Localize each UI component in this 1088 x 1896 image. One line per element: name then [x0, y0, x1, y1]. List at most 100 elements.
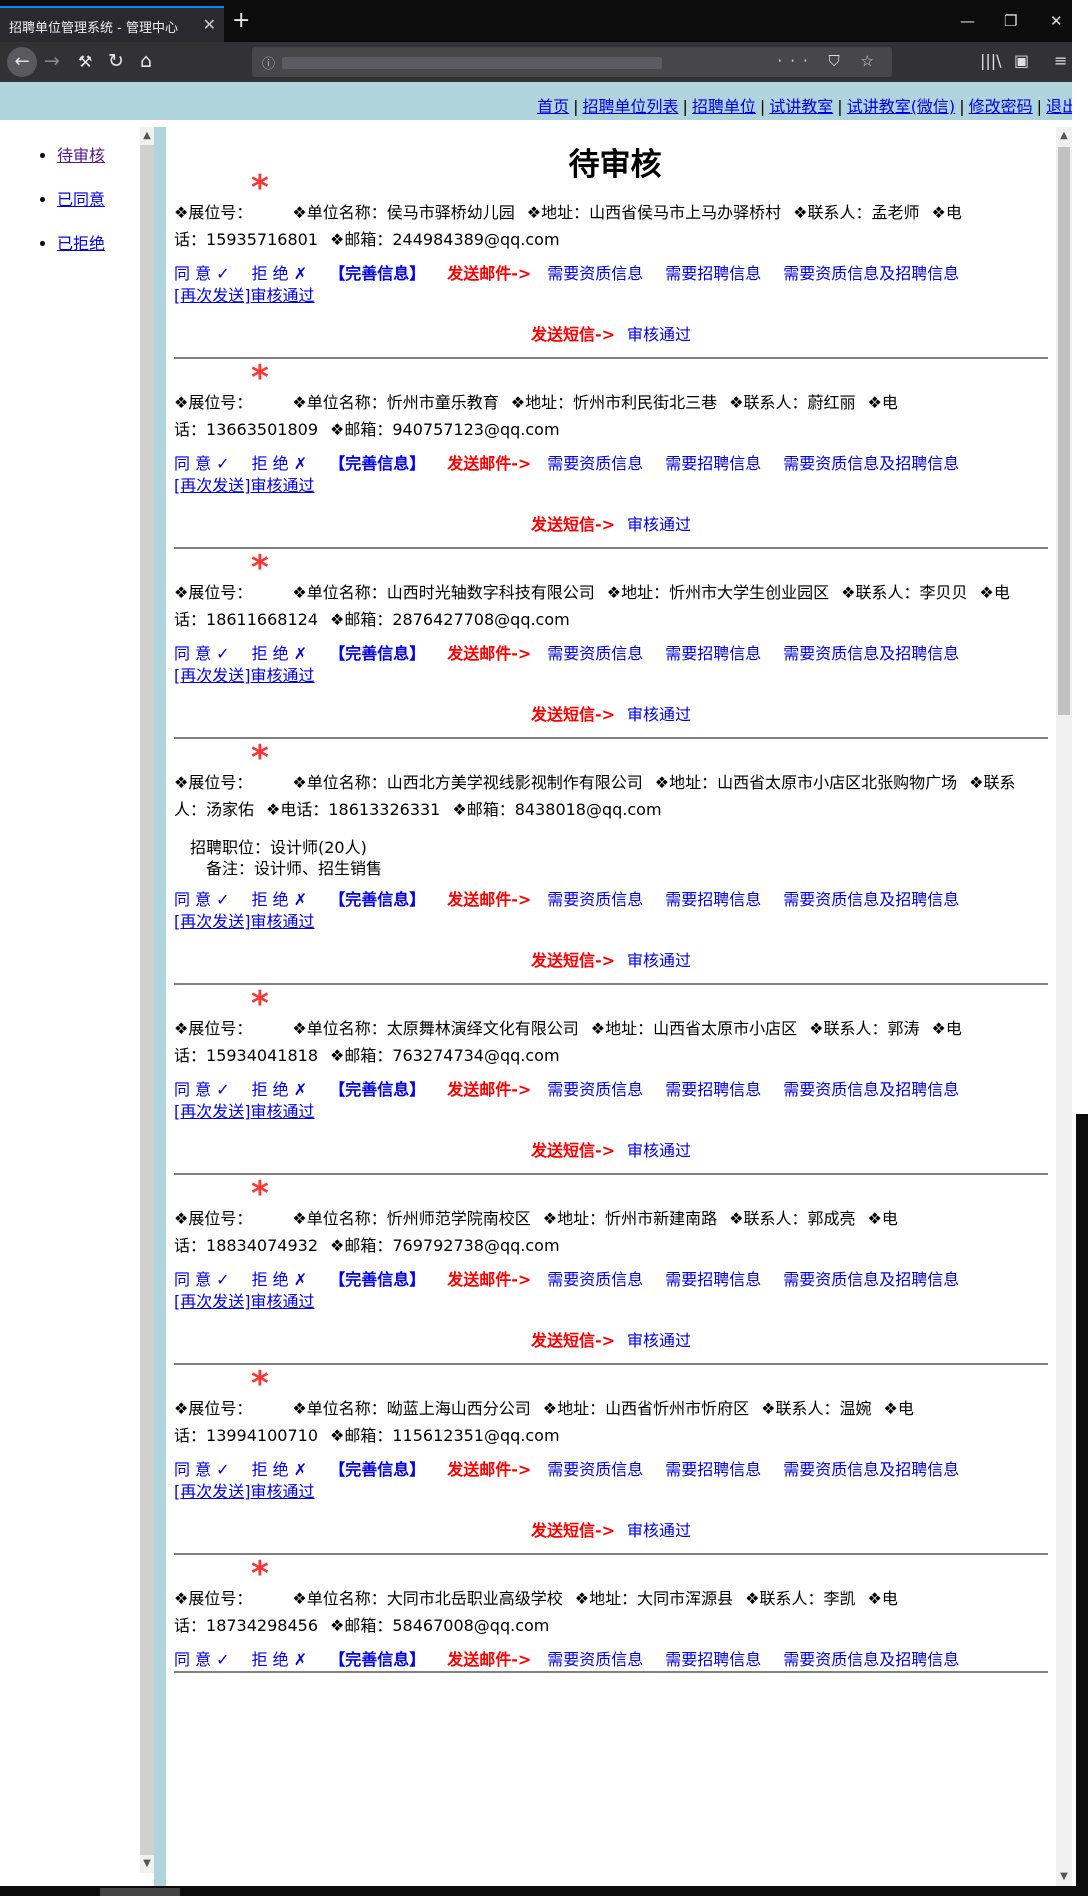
- need-recruit-link[interactable]: 需要招聘信息: [665, 1459, 761, 1481]
- complete-info-button[interactable]: 【完善信息】: [329, 643, 425, 665]
- reject-button[interactable]: 拒 绝 ✗: [252, 1079, 308, 1101]
- resend-approved-link[interactable]: [再次发送]审核通过: [174, 1101, 1048, 1123]
- need-recruit-link[interactable]: 需要招聘信息: [665, 263, 761, 285]
- agree-button[interactable]: 同 意 ✓: [174, 889, 230, 911]
- reject-button[interactable]: 拒 绝 ✗: [252, 1269, 308, 1291]
- complete-info-button[interactable]: 【完善信息】: [329, 1079, 425, 1101]
- resend-approved-link[interactable]: [再次发送]审核通过: [174, 1291, 1048, 1313]
- resend-approved-link[interactable]: [再次发送]审核通过: [174, 1481, 1048, 1503]
- resend-approved-link[interactable]: [再次发送]审核通过: [174, 475, 1048, 497]
- need-recruit-link[interactable]: 需要招聘信息: [665, 453, 761, 475]
- sidebar-link-approved[interactable]: 已同意: [57, 190, 105, 209]
- need-recruit-link[interactable]: 需要招聘信息: [665, 1269, 761, 1291]
- sms-approved-link[interactable]: 审核通过: [627, 1141, 691, 1160]
- need-qual-link[interactable]: 需要资质信息: [547, 263, 643, 285]
- complete-info-button[interactable]: 【完善信息】: [329, 453, 425, 475]
- complete-info-button[interactable]: 【完善信息】: [329, 263, 425, 285]
- tab-close-icon[interactable]: ✕: [203, 15, 216, 34]
- main-scrollbar[interactable]: ▲ ▼: [1056, 127, 1072, 1886]
- reject-button[interactable]: 拒 绝 ✗: [252, 1459, 308, 1481]
- reject-button[interactable]: 拒 绝 ✗: [252, 889, 308, 911]
- recruit-position: 招聘职位：设计师(20人): [190, 838, 367, 857]
- agree-button[interactable]: 同 意 ✓: [174, 1459, 230, 1481]
- complete-info-button[interactable]: 【完善信息】: [329, 1649, 425, 1671]
- sms-approved-link[interactable]: 审核通过: [627, 515, 691, 534]
- minimize-icon[interactable]: —: [960, 12, 975, 30]
- need-both-link[interactable]: 需要资质信息及招聘信息: [783, 1269, 959, 1291]
- agree-button[interactable]: 同 意 ✓: [174, 643, 230, 665]
- sidebar-toggle-icon[interactable]: ▣: [1014, 51, 1029, 70]
- scroll-up-icon[interactable]: ▲: [140, 127, 154, 145]
- need-both-link[interactable]: 需要资质信息及招聘信息: [783, 1459, 959, 1481]
- wrench-icon[interactable]: ⚒: [78, 52, 92, 71]
- back-arrow-icon[interactable]: ←: [7, 47, 37, 77]
- need-qual-link[interactable]: 需要资质信息: [547, 889, 643, 911]
- sidebar-scrollbar[interactable]: ▲ ▼: [140, 127, 154, 1873]
- reload-icon[interactable]: ↻: [108, 50, 124, 72]
- reject-button[interactable]: 拒 绝 ✗: [252, 453, 308, 475]
- resend-approved-link[interactable]: [再次发送]审核通过: [174, 285, 1048, 307]
- nav-company-list-link[interactable]: 招聘单位列表: [582, 97, 678, 116]
- sms-approved-link[interactable]: 审核通过: [627, 325, 691, 344]
- agree-button[interactable]: 同 意 ✓: [174, 1649, 230, 1671]
- phone: 18734298456: [206, 1616, 318, 1635]
- need-both-link[interactable]: 需要资质信息及招聘信息: [783, 263, 959, 285]
- scroll-down-icon[interactable]: ▼: [140, 1855, 154, 1873]
- sms-approved-link[interactable]: 审核通过: [627, 1521, 691, 1540]
- reject-button[interactable]: 拒 绝 ✗: [252, 1649, 308, 1671]
- menu-icon[interactable]: ≡: [1054, 51, 1067, 70]
- sidebar-link-pending[interactable]: 待审核: [57, 146, 105, 165]
- nav-company-link[interactable]: 招聘单位: [692, 97, 756, 116]
- resend-approved-link[interactable]: [再次发送]审核通过: [174, 665, 1048, 687]
- complete-info-button[interactable]: 【完善信息】: [329, 889, 425, 911]
- browser-tab[interactable]: 招聘单位管理系统 - 管理中心 ✕: [0, 6, 224, 42]
- complete-info-button[interactable]: 【完善信息】: [329, 1459, 425, 1481]
- agree-button[interactable]: 同 意 ✓: [174, 1269, 230, 1291]
- nav-home-link[interactable]: 首页: [537, 97, 569, 116]
- forward-arrow-icon[interactable]: →: [44, 50, 60, 72]
- need-qual-link[interactable]: 需要资质信息: [547, 643, 643, 665]
- scroll-up-icon[interactable]: ▲: [1056, 127, 1072, 145]
- send-sms-label: 发送短信->: [530, 705, 616, 724]
- sms-approved-link[interactable]: 审核通过: [627, 1331, 691, 1350]
- url-bar[interactable]: ⓘ ··· ⛉ ☆: [252, 47, 892, 77]
- sms-approved-link[interactable]: 审核通过: [627, 705, 691, 724]
- need-both-link[interactable]: 需要资质信息及招聘信息: [783, 889, 959, 911]
- agree-button[interactable]: 同 意 ✓: [174, 263, 230, 285]
- need-recruit-link[interactable]: 需要招聘信息: [665, 1649, 761, 1671]
- info-icon[interactable]: ⓘ: [262, 53, 275, 72]
- need-both-link[interactable]: 需要资质信息及招聘信息: [783, 453, 959, 475]
- nav-change-password-link[interactable]: 修改密码: [969, 97, 1033, 116]
- scrollbar-thumb[interactable]: [1058, 147, 1070, 715]
- need-qual-link[interactable]: 需要资质信息: [547, 1269, 643, 1291]
- nav-classroom-link[interactable]: 试讲教室: [769, 97, 833, 116]
- need-qual-link[interactable]: 需要资质信息: [547, 1079, 643, 1101]
- library-icon[interactable]: |||\: [980, 51, 1002, 70]
- need-qual-link[interactable]: 需要资质信息: [547, 453, 643, 475]
- need-recruit-link[interactable]: 需要招聘信息: [665, 643, 761, 665]
- nav-classroom-wechat-link[interactable]: 试讲教室(微信): [847, 97, 956, 116]
- sidebar-link-rejected[interactable]: 已拒绝: [57, 234, 105, 253]
- agree-button[interactable]: 同 意 ✓: [174, 1079, 230, 1101]
- reject-button[interactable]: 拒 绝 ✗: [252, 263, 308, 285]
- email: 115612351@qq.com: [392, 1426, 560, 1445]
- sms-approved-link[interactable]: 审核通过: [627, 951, 691, 970]
- home-icon[interactable]: ⌂: [140, 50, 152, 72]
- new-tab-icon[interactable]: +: [232, 8, 250, 33]
- restore-icon[interactable]: ❐: [1004, 12, 1017, 30]
- window-close-icon[interactable]: ✕: [1050, 12, 1063, 30]
- agree-button[interactable]: 同 意 ✓: [174, 453, 230, 475]
- need-both-link[interactable]: 需要资质信息及招聘信息: [783, 1079, 959, 1101]
- resend-approved-link[interactable]: [再次发送]审核通过: [174, 911, 1048, 933]
- need-qual-link[interactable]: 需要资质信息: [547, 1649, 643, 1671]
- need-both-link[interactable]: 需要资质信息及招聘信息: [783, 1649, 959, 1671]
- page-actions-icons[interactable]: ··· ⛉ ☆: [777, 52, 882, 70]
- scroll-down-icon[interactable]: ▼: [1056, 1868, 1072, 1886]
- record-info: * ❖展位号： ❖单位名称：侯马市驿桥幼儿园 ❖地址：山西省侯马市上马办驿桥村 ❖联系…: [174, 168, 962, 249]
- need-recruit-link[interactable]: 需要招聘信息: [665, 1079, 761, 1101]
- complete-info-button[interactable]: 【完善信息】: [329, 1269, 425, 1291]
- need-both-link[interactable]: 需要资质信息及招聘信息: [783, 643, 959, 665]
- reject-button[interactable]: 拒 绝 ✗: [252, 643, 308, 665]
- need-recruit-link[interactable]: 需要招聘信息: [665, 889, 761, 911]
- need-qual-link[interactable]: 需要资质信息: [547, 1459, 643, 1481]
